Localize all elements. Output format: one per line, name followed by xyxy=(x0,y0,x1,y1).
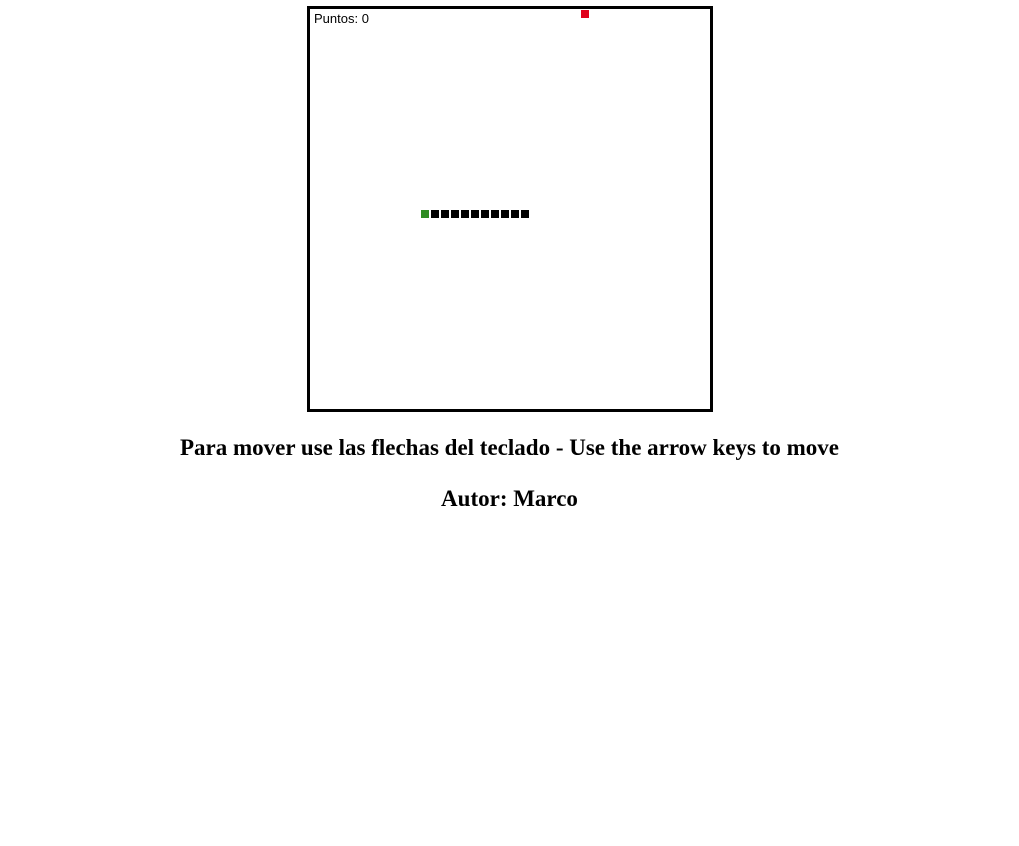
snake-segment xyxy=(461,210,469,218)
snake-segment xyxy=(441,210,449,218)
snake-segment xyxy=(471,210,479,218)
food xyxy=(581,10,589,18)
snake-segment xyxy=(511,210,519,218)
snake-segment xyxy=(431,210,439,218)
instructions-text: Para mover use las flechas del teclado -… xyxy=(180,435,839,460)
snake-head xyxy=(421,210,429,218)
snake-segment xyxy=(521,210,529,218)
snake-segment xyxy=(491,210,499,218)
author-text: Autor: Marco xyxy=(441,486,578,511)
snake-segment xyxy=(451,210,459,218)
snake-segment xyxy=(481,210,489,218)
snake-segment xyxy=(501,210,509,218)
score-label: Puntos: 0 xyxy=(314,11,369,26)
game-board[interactable]: Puntos: 0 xyxy=(307,6,713,412)
